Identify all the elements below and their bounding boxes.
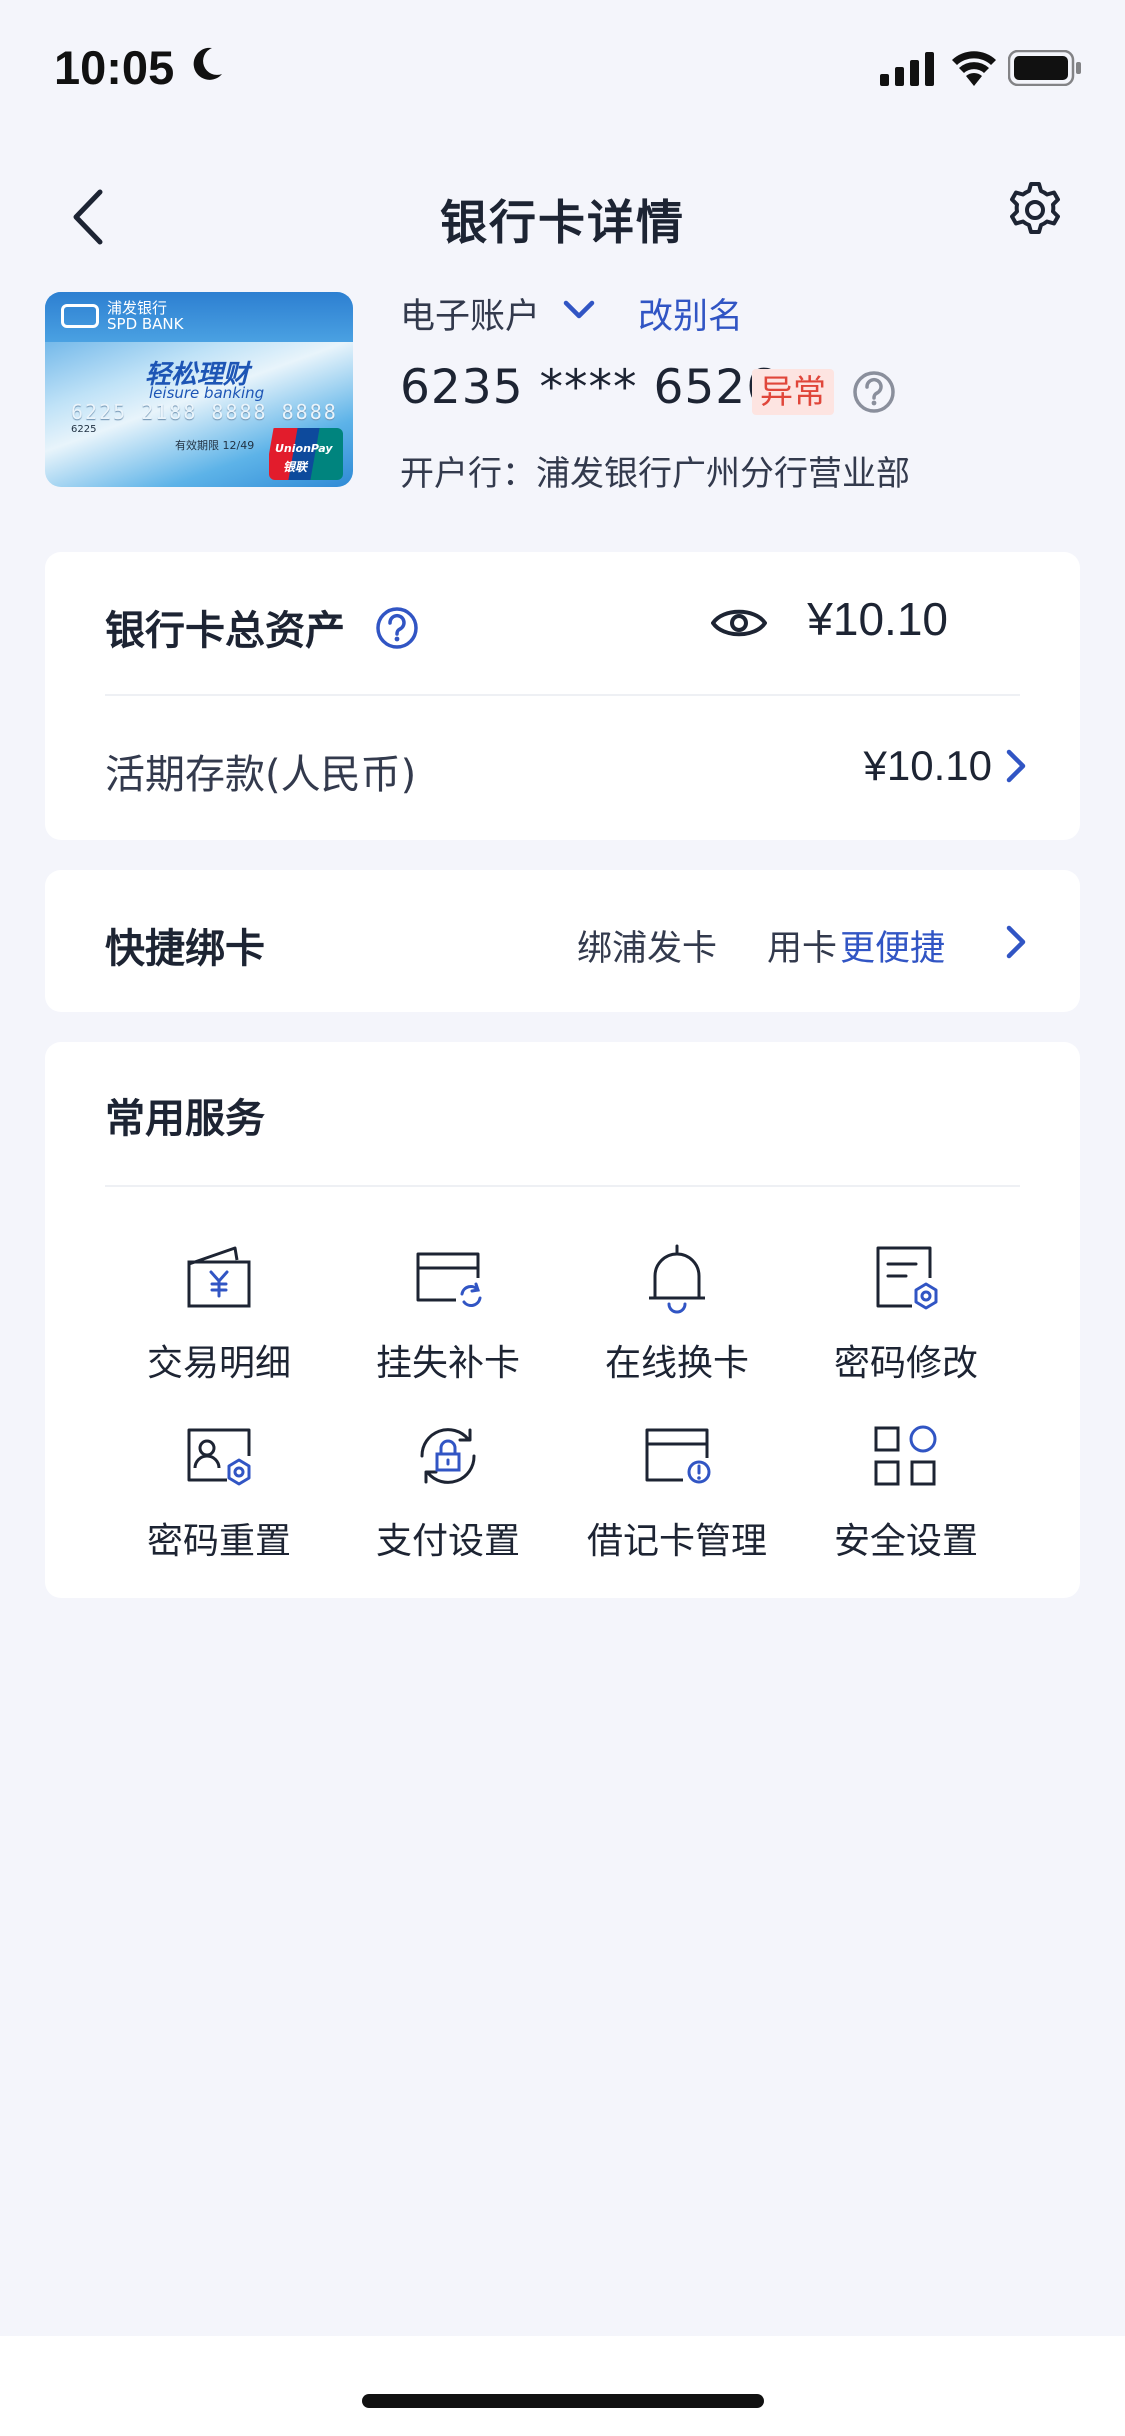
chevron-right-icon[interactable] bbox=[1004, 924, 1028, 960]
service-label: 交易明细 bbox=[146, 1343, 291, 1384]
services-panel: 常用服务 交易明细 挂失补卡 在线换卡 密码修改 密码重置 支付设置 借记卡管理… bbox=[45, 1042, 1080, 1598]
bank-card-image: 浦发银行 SPD BANK 轻松理财 leisure banking 6225 … bbox=[45, 292, 353, 487]
card-digits: 6225 2188 8888 8888 bbox=[71, 400, 338, 424]
chevron-down-icon[interactable] bbox=[562, 298, 596, 322]
rename-link[interactable]: 改别名 bbox=[638, 288, 743, 339]
service-label: 密码重置 bbox=[146, 1521, 291, 1562]
card-expiry: 有效期限 12/49 bbox=[175, 439, 255, 452]
info-question-icon[interactable] bbox=[375, 606, 419, 650]
demand-deposit-value[interactable]: ¥10.10 bbox=[864, 742, 992, 790]
nav-bar: 银行卡详情 bbox=[0, 160, 1125, 270]
quick-bind-text-a: 绑浦发卡 bbox=[577, 929, 718, 969]
card-bank-logo: 浦发银行 SPD BANK bbox=[107, 300, 184, 332]
card-number: 6235 **** 6526 bbox=[400, 360, 778, 415]
battery-icon bbox=[1008, 50, 1081, 86]
divider bbox=[105, 1185, 1020, 1187]
quick-bind-text-c: 更便捷 bbox=[840, 929, 946, 969]
account-type-dropdown[interactable]: 电子账户 bbox=[400, 288, 540, 339]
demand-deposit-label[interactable]: 活期存款(人民币) bbox=[105, 742, 416, 800]
moon-icon bbox=[193, 47, 222, 80]
service-label: 在线换卡 bbox=[604, 1343, 749, 1384]
total-assets-value: ¥10.10 bbox=[807, 593, 948, 645]
quick-bind-title: 快捷绑卡 bbox=[105, 926, 265, 972]
service-label: 安全设置 bbox=[833, 1521, 978, 1562]
lock-cycle-icon bbox=[420, 1428, 476, 1484]
services-title: 常用服务 bbox=[105, 1096, 265, 1142]
help-icon[interactable] bbox=[852, 370, 896, 414]
service-transaction-details[interactable]: 交易明细 bbox=[105, 1242, 333, 1412]
home-indicator[interactable] bbox=[362, 2394, 764, 2408]
chevron-right-icon[interactable] bbox=[1004, 748, 1028, 784]
service-payment-settings[interactable]: 支付设置 bbox=[334, 1420, 562, 1590]
card-small-digits: 6225 bbox=[71, 424, 97, 435]
service-label: 密码修改 bbox=[833, 1343, 978, 1384]
wifi-icon bbox=[952, 51, 996, 86]
card-bank-name-cn: 浦发银行 bbox=[107, 299, 168, 317]
status-badge: 异常 bbox=[752, 369, 834, 415]
service-report-loss[interactable]: 挂失补卡 bbox=[334, 1242, 562, 1412]
spd-logo-icon bbox=[61, 304, 99, 328]
unionpay-logo: UnionPay 银联 bbox=[269, 428, 343, 480]
doc-hex-icon bbox=[876, 1246, 938, 1310]
service-online-card-swap[interactable]: 在线换卡 bbox=[563, 1242, 791, 1412]
quick-bind-panel[interactable]: 快捷绑卡 绑浦发卡 用卡 更便捷 bbox=[45, 870, 1080, 1012]
bank-branch: 开户行：浦发银行广州分行营业部 bbox=[400, 454, 910, 494]
wallet-yen-icon bbox=[187, 1246, 251, 1308]
card-alert-icon bbox=[645, 1428, 711, 1484]
service-label: 支付设置 bbox=[375, 1521, 520, 1562]
gear-icon[interactable] bbox=[1005, 180, 1065, 240]
page-title: 银行卡详情 bbox=[440, 196, 685, 251]
status-time: 10:05 bbox=[54, 41, 175, 94]
status-bar: 10:05 bbox=[0, 0, 1125, 135]
card-bank-name-en: SPD BANK bbox=[107, 315, 184, 333]
assets-panel: 银行卡总资产 ¥10.10 活期存款(人民币) ¥10.10 bbox=[45, 552, 1080, 840]
bottom-safe-area bbox=[0, 2336, 1125, 2436]
eye-icon[interactable] bbox=[710, 604, 768, 642]
card-refresh-icon bbox=[416, 1252, 482, 1307]
service-label: 挂失补卡 bbox=[375, 1343, 520, 1384]
total-assets-label: 银行卡总资产 bbox=[105, 608, 345, 654]
service-debit-card-management[interactable]: 借记卡管理 bbox=[563, 1420, 791, 1590]
unionpay-en: UnionPay bbox=[275, 442, 333, 455]
grid-circle-icon bbox=[874, 1425, 937, 1486]
quick-bind-text-b: 用卡 bbox=[767, 929, 838, 969]
signal-icon bbox=[880, 52, 934, 86]
service-change-password[interactable]: 密码修改 bbox=[792, 1242, 1020, 1412]
bell-icon bbox=[649, 1244, 705, 1314]
divider bbox=[105, 694, 1020, 696]
unionpay-cn: 银联 bbox=[283, 460, 308, 474]
service-security-settings[interactable]: 安全设置 bbox=[792, 1420, 1020, 1590]
id-card-hex-icon bbox=[187, 1428, 251, 1486]
service-label: 借记卡管理 bbox=[586, 1521, 767, 1562]
service-reset-password[interactable]: 密码重置 bbox=[105, 1420, 333, 1590]
